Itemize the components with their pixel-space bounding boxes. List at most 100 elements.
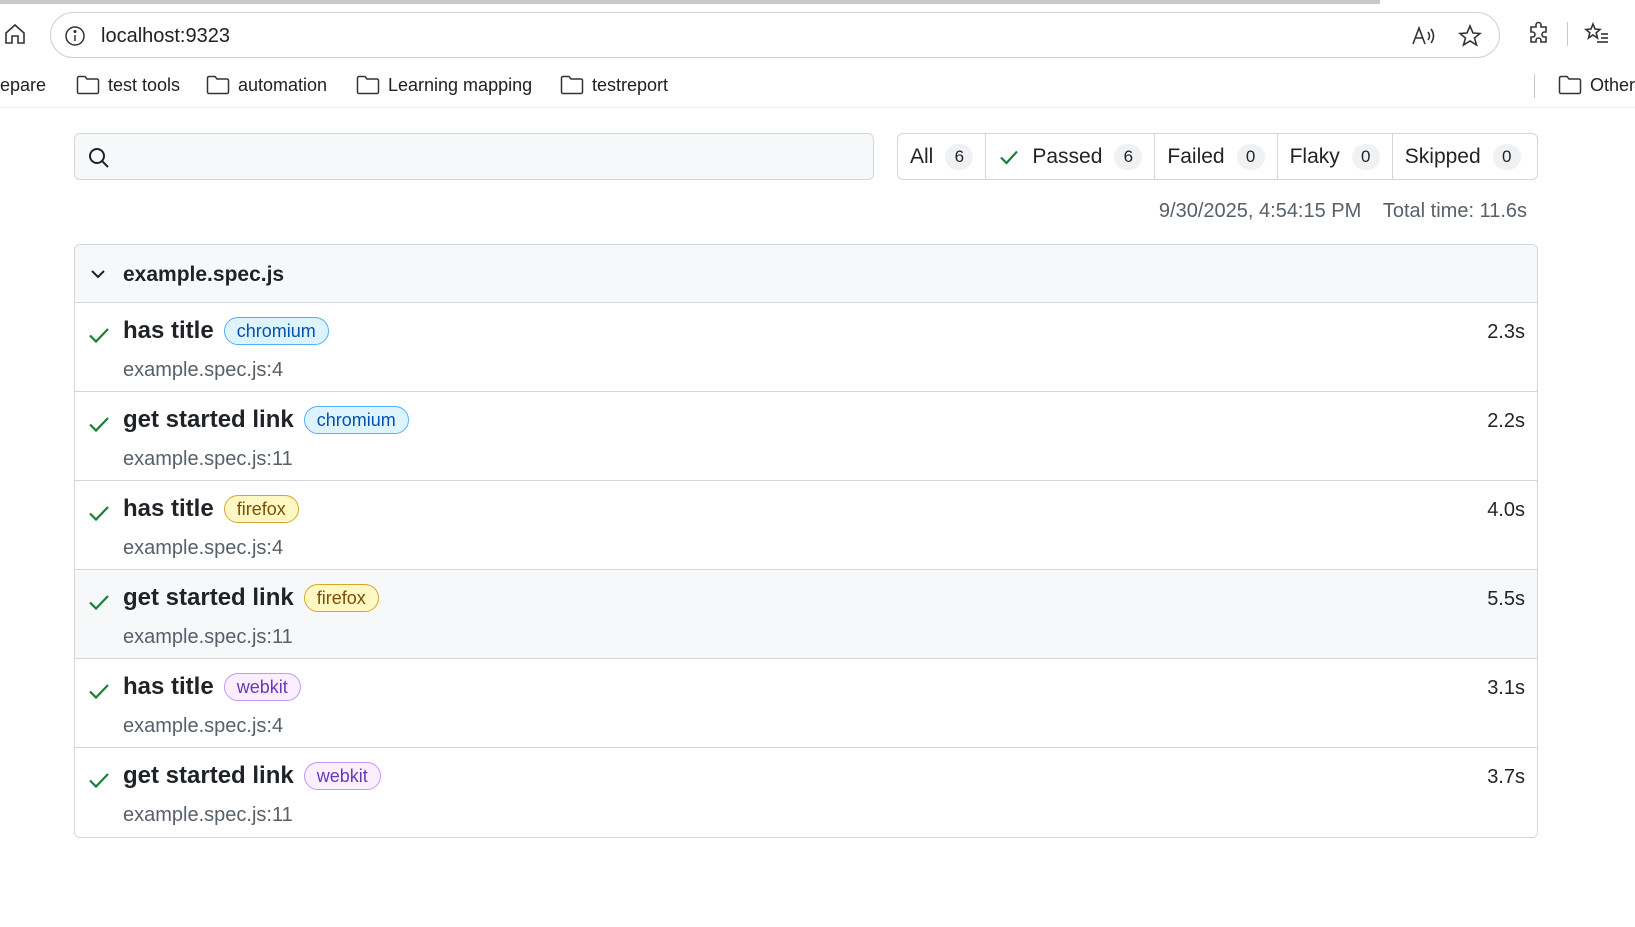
bookmark-item[interactable]: epare [0,72,46,98]
chevron-down-icon[interactable] [87,263,109,285]
address-url[interactable]: localhost:9323 [101,24,230,48]
search-icon [89,148,109,168]
bookmark-folder-learning-mapping[interactable]: Learning mapping [356,72,532,98]
filter-flaky[interactable]: Flaky 0 [1278,134,1393,179]
test-duration: 2.3s [1487,321,1525,343]
read-aloud-icon[interactable] [1411,23,1437,49]
browser-toolbar: localhost:9323 [0,0,1635,58]
filter-count: 6 [1114,143,1143,170]
bookmark-folder-testreport[interactable]: testreport [560,72,668,98]
test-location: example.spec.js:11 [123,626,293,648]
folder-icon [356,75,380,95]
test-location: example.spec.js:4 [123,715,284,737]
search-input[interactable] [121,140,861,174]
site-info-icon[interactable] [63,24,87,48]
test-title-line: get started link firefox [123,584,379,612]
test-title[interactable]: has title [123,495,214,523]
test-duration: 3.1s [1487,677,1525,699]
filter-label: Flaky [1289,144,1340,168]
test-title-line: has title firefox [123,495,299,523]
favorite-star-icon[interactable] [1457,23,1483,49]
test-duration: 2.2s [1487,410,1525,432]
bookmark-label: Other [1590,74,1635,95]
favorites-list-icon[interactable] [1583,18,1611,48]
bookmark-label: Learning mapping [388,74,533,95]
status-filters: All 6 Passed 6 Failed 0 Flaky 0 Skipped … [897,133,1538,180]
test-title[interactable]: get started link [123,762,294,790]
check-icon [89,417,109,433]
project-tag[interactable]: chromium [303,406,409,434]
test-row[interactable]: get started link chromium example.spec.j… [75,392,1537,481]
bookmarks-bar: epare test tools automation Learning map… [0,66,1635,104]
run-timestamp: 9/30/2025, 4:54:15 PM [1158,200,1362,222]
test-title-line: get started link webkit [123,762,381,790]
test-location: example.spec.js:4 [123,537,284,559]
test-title[interactable]: has title [123,317,214,345]
search-box[interactable] [74,133,874,180]
test-title-line: has title webkit [123,673,301,701]
test-row[interactable]: get started link firefox example.spec.js… [75,570,1537,659]
test-location: example.spec.js:11 [123,448,293,470]
filter-label: Passed [1032,144,1103,168]
check-icon [89,506,109,522]
project-tag[interactable]: chromium [223,317,329,345]
total-time: Total time: 11.6s [1382,200,1527,222]
bookmark-label: testreport [592,74,669,95]
project-tag[interactable]: firefox [223,495,299,523]
check-icon [89,773,109,789]
test-location: example.spec.js:4 [123,359,284,381]
bookmarks-separator [1534,74,1535,98]
address-bar[interactable]: localhost:9323 [50,12,1500,58]
project-tag[interactable]: webkit [303,762,381,790]
folder-icon [1558,75,1582,95]
filter-label: All [910,144,934,168]
chrome-divider [0,107,1635,108]
toolbar-separator [1567,22,1568,46]
check-icon [998,146,1020,168]
run-metadata: 9/30/2025, 4:54:15 PM Total time: 11.6s [1159,200,1527,223]
test-file-group: example.spec.js has title chromium examp… [74,244,1538,838]
project-tag[interactable]: firefox [303,584,379,612]
page-load-indicator [0,0,1380,4]
test-title-line: get started link chromium [123,406,409,434]
filter-label: Failed [1167,144,1225,168]
test-duration: 5.5s [1487,588,1525,610]
test-duration: 3.7s [1487,766,1525,788]
filter-count: 0 [1351,143,1380,170]
project-tag[interactable]: webkit [223,673,301,701]
test-title[interactable]: get started link [123,584,294,612]
test-row[interactable]: has title chromium example.spec.js:4 2.3… [75,303,1537,392]
bookmark-label: test tools [108,74,181,95]
test-row[interactable]: has title webkit example.spec.js:4 3.1s [75,659,1537,748]
file-header[interactable]: example.spec.js [75,245,1537,303]
folder-icon [560,75,584,95]
file-name: example.spec.js [123,263,285,286]
filter-count: 0 [1492,143,1521,170]
test-duration: 4.0s [1487,499,1525,521]
bookmark-label: epare [0,74,47,95]
filter-skipped[interactable]: Skipped 0 [1393,134,1533,179]
check-icon [89,684,109,700]
folder-icon [206,75,230,95]
bookmark-folder-test-tools[interactable]: test tools [76,72,180,98]
filter-count: 0 [1236,143,1265,170]
filter-passed[interactable]: Passed 6 [986,134,1156,179]
test-row[interactable]: get started link webkit example.spec.js:… [75,748,1537,837]
test-title-line: has title chromium [123,317,329,345]
home-icon[interactable] [0,18,30,50]
extensions-icon[interactable] [1525,18,1553,48]
filter-count: 6 [945,143,974,170]
bookmark-folder-automation[interactable]: automation [206,72,327,98]
bookmark-label: automation [238,74,328,95]
check-icon [89,328,109,344]
test-title[interactable]: get started link [123,406,294,434]
filter-all[interactable]: All 6 [898,134,987,179]
filter-label: Skipped [1404,144,1481,168]
test-row[interactable]: has title firefox example.spec.js:4 4.0s [75,481,1537,570]
filter-failed[interactable]: Failed 0 [1155,134,1278,179]
check-icon [89,595,109,611]
bookmark-folder-other[interactable]: Other [1558,72,1635,98]
test-location: example.spec.js:11 [123,804,293,826]
folder-icon [76,75,100,95]
test-title[interactable]: has title [123,673,214,701]
